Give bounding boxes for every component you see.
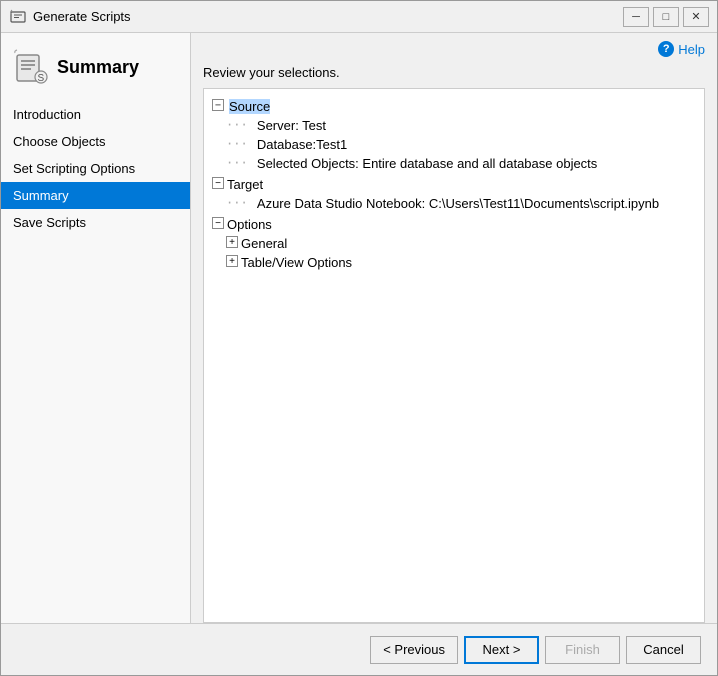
tree-line-database: ··· bbox=[226, 137, 255, 151]
sidebar-title: Summary bbox=[57, 57, 139, 78]
tree-label-server: Server: Test bbox=[257, 118, 326, 133]
minimize-button[interactable]: ─ bbox=[623, 7, 649, 27]
window-icon bbox=[9, 8, 27, 26]
tree-label-azure: Azure Data Studio Notebook: C:\Users\Tes… bbox=[257, 196, 659, 211]
sidebar-item-introduction[interactable]: Introduction bbox=[1, 101, 190, 128]
tree-node-target: − Target bbox=[212, 175, 696, 194]
tree-expand-options[interactable]: − bbox=[212, 217, 224, 229]
help-icon: ? bbox=[658, 41, 674, 57]
tree-expand-tableview[interactable]: + bbox=[226, 255, 238, 267]
tree-node-server: ··· Server: Test bbox=[226, 116, 696, 135]
tree-expand-general[interactable]: + bbox=[226, 236, 238, 248]
window-title: Generate Scripts bbox=[33, 9, 623, 24]
tree-node-general: + General bbox=[226, 234, 696, 253]
sidebar: S Summary Introduction Choose Objects Se… bbox=[1, 33, 191, 623]
sidebar-header: S Summary bbox=[1, 41, 190, 101]
svg-text:S: S bbox=[38, 73, 45, 84]
sidebar-item-set-scripting-options[interactable]: Set Scripting Options bbox=[1, 155, 190, 182]
close-button[interactable]: ✕ bbox=[683, 7, 709, 27]
maximize-button[interactable]: □ bbox=[653, 7, 679, 27]
main-header: ? Help bbox=[191, 33, 717, 65]
tree-label-options: Options bbox=[227, 217, 272, 232]
footer: < Previous Next > Finish Cancel bbox=[1, 623, 717, 675]
sidebar-nav: Introduction Choose Objects Set Scriptin… bbox=[1, 101, 190, 236]
tree-node-options: − Options bbox=[212, 215, 696, 234]
tree-label-source: Source bbox=[229, 99, 270, 114]
sidebar-item-summary[interactable]: Summary bbox=[1, 182, 190, 209]
tree-line-azure: ··· bbox=[226, 196, 255, 210]
finish-button[interactable]: Finish bbox=[545, 636, 620, 664]
tree-node-source: − Source bbox=[212, 97, 696, 116]
title-bar: Generate Scripts ─ □ ✕ bbox=[1, 1, 717, 33]
sidebar-item-save-scripts[interactable]: Save Scripts bbox=[1, 209, 190, 236]
next-button[interactable]: Next > bbox=[464, 636, 539, 664]
tree-label-general: General bbox=[241, 236, 287, 251]
tree-label-target: Target bbox=[227, 177, 263, 192]
tree-line-selected-objects: ··· bbox=[226, 156, 255, 170]
tree-panel[interactable]: − Source ··· Server: Test ··· Database:T… bbox=[203, 88, 705, 623]
tree-label-tableview: Table/View Options bbox=[241, 255, 352, 270]
tree-expand-source[interactable]: − bbox=[212, 99, 224, 111]
tree-line-server: ··· bbox=[226, 118, 255, 132]
content-area: S Summary Introduction Choose Objects Se… bbox=[1, 33, 717, 623]
help-link[interactable]: ? Help bbox=[658, 41, 705, 57]
titlebar-controls: ─ □ ✕ bbox=[623, 7, 709, 27]
main-content: ? Help Review your selections. − Source … bbox=[191, 33, 717, 623]
tree-label-database: Database:Test1 bbox=[257, 137, 347, 152]
sidebar-logo-icon: S bbox=[13, 49, 49, 85]
previous-button[interactable]: < Previous bbox=[370, 636, 458, 664]
review-label: Review your selections. bbox=[191, 65, 717, 88]
tree-expand-target[interactable]: − bbox=[212, 177, 224, 189]
tree-node-database: ··· Database:Test1 bbox=[226, 135, 696, 154]
tree-node-azure: ··· Azure Data Studio Notebook: C:\Users… bbox=[226, 194, 696, 213]
window: Generate Scripts ─ □ ✕ S bbox=[0, 0, 718, 676]
cancel-button[interactable]: Cancel bbox=[626, 636, 701, 664]
tree-node-selected-objects: ··· Selected Objects: Entire database an… bbox=[226, 154, 696, 173]
tree-label-selected-objects: Selected Objects: Entire database and al… bbox=[257, 156, 597, 171]
sidebar-item-choose-objects[interactable]: Choose Objects bbox=[1, 128, 190, 155]
tree-node-tableview: + Table/View Options bbox=[226, 253, 696, 272]
sidebar-logo: S Summary bbox=[13, 49, 178, 85]
help-label: Help bbox=[678, 42, 705, 57]
